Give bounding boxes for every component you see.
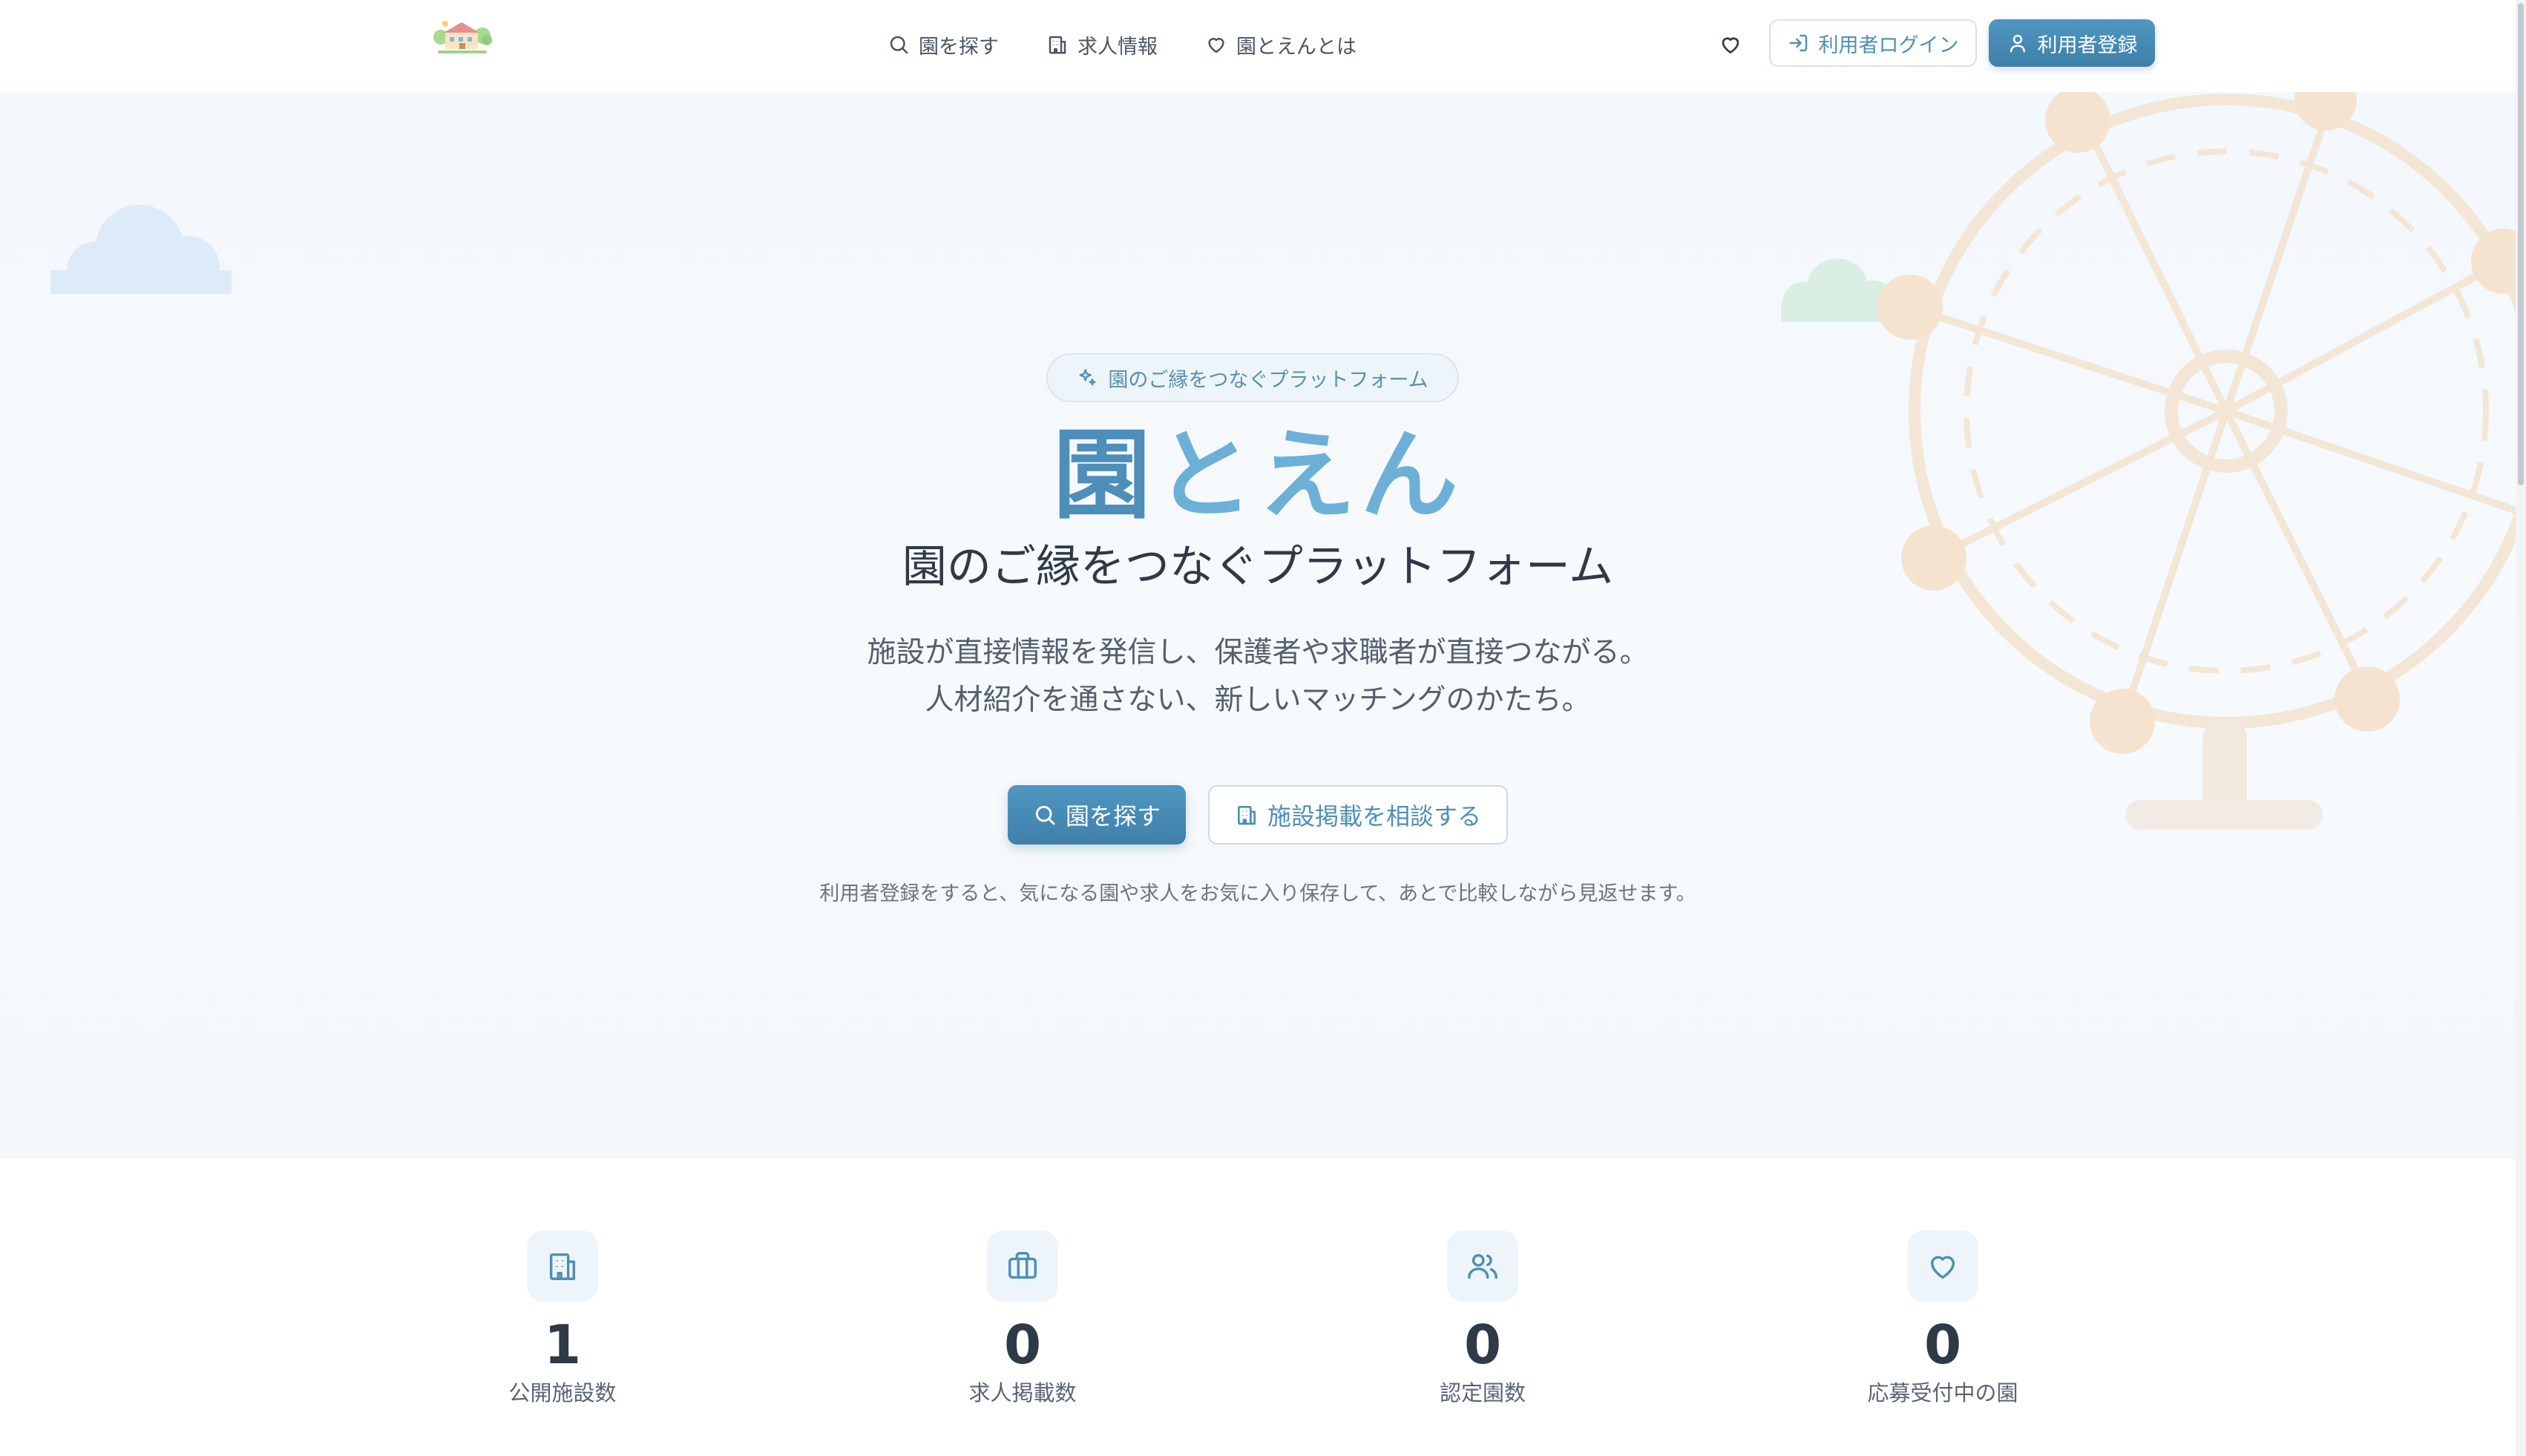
nav-about-label: 園とえんとは (1236, 35, 1357, 59)
nav-jobs[interactable]: 求人情報 (1046, 30, 1158, 59)
hero-title-part1: 園 (1053, 419, 1155, 533)
search-kindergarten-button[interactable]: 園を探す (1008, 785, 1186, 845)
hero-description-line: 施設が直接情報を発信し、保護者や求職者が直接つながる。 (867, 636, 1649, 669)
login-label: 利用者ログイン (1818, 33, 1959, 57)
stat-icon-box (1447, 1230, 1518, 1302)
nav-search-label: 園を探す (919, 35, 999, 59)
main-nav: 園を探す 求人情報 園とえんとは (888, 25, 1357, 64)
cloud-decoration (50, 205, 232, 294)
nav-about[interactable]: 園とえんとは (1205, 30, 1357, 59)
briefcase-icon (1008, 1252, 1037, 1279)
heart-icon (1722, 37, 1739, 53)
hero-section: 園のご縁をつなぐプラットフォーム 園とえん 園のご縁をつなぐプラットフォーム 施… (0, 92, 2516, 1159)
stat-icon-box (987, 1230, 1058, 1302)
stat-value: 1 (543, 1314, 582, 1376)
hero-title-part2: とえん (1155, 419, 1463, 533)
hero-title: 園とえん (0, 420, 2516, 531)
hero-badge: 園のご縁をつなぐプラットフォーム (1046, 353, 1459, 402)
stat-value: 0 (1003, 1314, 1042, 1376)
stat-value: 0 (1923, 1314, 1962, 1376)
search-icon (1035, 805, 1055, 825)
hero-note: 利用者登録をすると、気になる園や求人をお気に入り保存して、あとで比較しながら見返… (819, 882, 1696, 905)
register-button[interactable]: 利用者登録 (1989, 19, 2155, 67)
stat-certified-kindergartens: 0 認定園数 (1371, 1230, 1594, 1407)
nav-jobs-label: 求人情報 (1077, 35, 1158, 59)
hero-cta-row: 園を探す 施設掲載を相談する (0, 785, 2516, 845)
stat-label: 求人掲載数 (968, 1380, 1077, 1406)
site-logo[interactable] (430, 18, 493, 55)
stat-value: 0 (1463, 1314, 1502, 1376)
stats-section: 1 公開施設数 0 求人掲載数 0 認定園数 0 応募受付中の園 (0, 1159, 2516, 1456)
hero-badge-label: 園のご縁をつなぐプラットフォーム (1108, 368, 1428, 392)
favorites-button[interactable] (1714, 28, 1747, 61)
stat-public-facilities: 1 公開施設数 (451, 1230, 674, 1407)
search-icon (890, 36, 908, 54)
stat-icon-box (1907, 1230, 1978, 1302)
building-icon (1049, 36, 1066, 54)
search-kindergarten-label: 園を探す (1065, 802, 1161, 830)
facility-listing-label: 施設掲載を相談する (1267, 802, 1481, 830)
hero-description-line: 人材紹介を通さない、新しいマッチングのかたち。 (925, 683, 1591, 717)
stat-label: 公開施設数 (508, 1380, 617, 1406)
users-icon (1468, 1253, 1497, 1279)
hero-description: 施設が直接情報を発信し、保護者や求職者が直接つながる。 人材紹介を通さない、新し… (0, 629, 2516, 724)
register-label: 利用者登録 (2037, 33, 2138, 57)
site-header: 園を探す 求人情報 園とえんとは 利用者ログイン 利用者登録 (0, 0, 2516, 92)
hero-subtitle: 園のご縁をつなぐプラットフォーム (902, 541, 1614, 593)
building-icon (1237, 806, 1256, 825)
facility-listing-button[interactable]: 施設掲載を相談する (1208, 785, 1508, 845)
user-icon (2010, 34, 2025, 53)
stat-label: 認定園数 (1439, 1380, 1526, 1406)
login-icon (1789, 34, 1807, 52)
nav-search[interactable]: 園を探す (888, 30, 999, 59)
sparkles-icon (1079, 369, 1097, 386)
scrollbar-thumb[interactable] (2518, 3, 2524, 485)
heart-icon (1208, 38, 1224, 53)
building-icon (549, 1253, 576, 1280)
stat-accepting-applications: 0 応募受付中の園 (1831, 1230, 2054, 1407)
stat-label: 応募受付中の園 (1867, 1380, 2018, 1406)
stat-icon-box (527, 1230, 598, 1302)
kindergarten-logo-icon (433, 21, 492, 53)
page-scrollbar[interactable] (2516, 0, 2526, 1456)
login-button[interactable]: 利用者ログイン (1769, 19, 1977, 67)
stat-job-listings: 0 求人掲載数 (911, 1230, 1134, 1407)
heart-icon (1930, 1256, 1955, 1279)
